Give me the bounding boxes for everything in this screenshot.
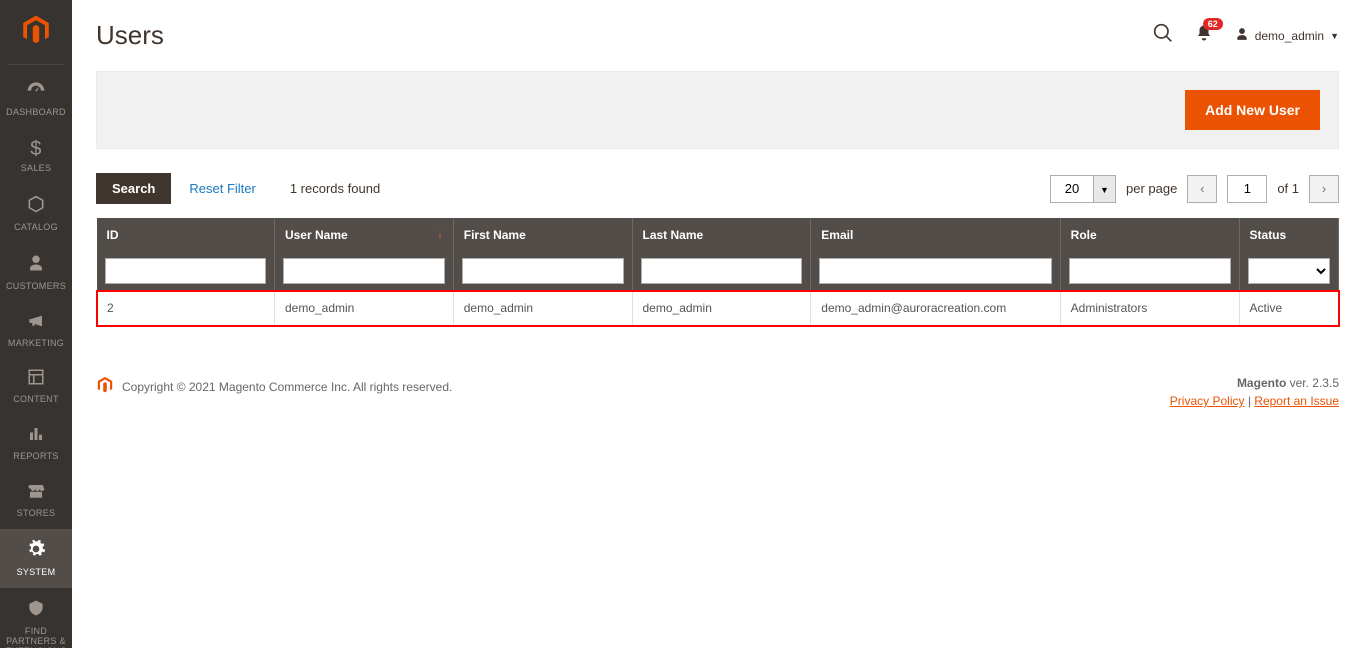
sidebar-item-content[interactable]: CONTENT [0, 358, 72, 415]
search-icon[interactable] [1153, 23, 1173, 49]
cell-id: 2 [97, 291, 275, 326]
bar-chart-icon [27, 425, 45, 448]
chevron-down-icon: ▼ [1330, 31, 1339, 41]
cell-lastname: demo_admin [632, 291, 811, 326]
search-button[interactable]: Search [96, 173, 171, 204]
chevron-down-icon: ▼ [1100, 185, 1109, 195]
column-header-id[interactable]: ID [97, 218, 275, 252]
filter-username-input[interactable] [283, 258, 445, 284]
chevron-right-icon: › [1322, 181, 1326, 196]
pager-prev-button[interactable]: ‹ [1187, 175, 1217, 203]
privacy-link[interactable]: Privacy Policy [1170, 394, 1245, 408]
avatar-icon [1235, 27, 1249, 44]
version-label: ver. 2.3.5 [1290, 376, 1339, 390]
page-title: Users [96, 20, 164, 51]
sidebar-label: CATALOG [14, 223, 58, 233]
sidebar-label: SYSTEM [17, 568, 56, 578]
table-row[interactable]: 2 demo_admin demo_admin demo_admin demo_… [97, 291, 1339, 326]
pager-next-button[interactable]: › [1309, 175, 1339, 203]
layout-icon [27, 368, 45, 391]
column-header-last-name[interactable]: Last Name [632, 218, 811, 252]
copyright-text: Copyright © 2021 Magento Commerce Inc. A… [122, 380, 452, 394]
sort-down-icon: ↓ [437, 228, 443, 240]
cell-firstname: demo_admin [453, 291, 632, 326]
sidebar-label: DASHBOARD [6, 108, 66, 118]
logo[interactable] [0, 0, 72, 60]
sidebar-item-stores[interactable]: STORES [0, 472, 72, 529]
add-new-user-button[interactable]: Add New User [1185, 90, 1320, 130]
reset-filter-link[interactable]: Reset Filter [189, 181, 255, 196]
filter-lastname-input[interactable] [641, 258, 803, 284]
sidebar-item-sales[interactable]: $ SALES [0, 128, 72, 184]
partners-icon [26, 598, 46, 623]
sidebar-label: REPORTS [13, 452, 58, 462]
column-header-role[interactable]: Role [1060, 218, 1239, 252]
column-header-first-name[interactable]: First Name [453, 218, 632, 252]
grid-controls: Search Reset Filter 1 records found ▼ pe… [96, 173, 1339, 204]
chevron-left-icon: ‹ [1200, 181, 1204, 196]
page-header: Users 62 demo_admin ▼ [96, 20, 1339, 51]
magento-logo-icon [20, 14, 52, 46]
gauge-icon [26, 79, 46, 104]
per-page-input[interactable] [1050, 175, 1094, 203]
per-page-label: per page [1126, 181, 1177, 196]
column-header-user-name[interactable]: User Name↓ [274, 218, 453, 252]
magento-logo-icon [96, 376, 114, 397]
table-filter-row [97, 252, 1339, 291]
product-name: Magento [1237, 376, 1286, 390]
sidebar-item-system[interactable]: SYSTEM [0, 529, 72, 588]
sidebar: DASHBOARD $ SALES CATALOG CUSTOMERS MARK… [0, 0, 72, 648]
sidebar-item-reports[interactable]: REPORTS [0, 415, 72, 472]
sidebar-label: FIND PARTNERS & EXTENSIONS [2, 627, 70, 648]
main-content: Users 62 demo_admin ▼ Add New User [72, 0, 1363, 448]
gear-icon [26, 539, 46, 564]
sidebar-item-catalog[interactable]: CATALOG [0, 184, 72, 243]
sidebar-label: STORES [17, 509, 56, 519]
report-issue-link[interactable]: Report an Issue [1254, 394, 1339, 408]
cell-username: demo_admin [274, 291, 453, 326]
column-header-status[interactable]: Status [1239, 218, 1338, 252]
header-actions: 62 demo_admin ▼ [1153, 23, 1339, 49]
sidebar-label: CUSTOMERS [6, 282, 66, 292]
store-icon [26, 482, 46, 505]
sidebar-label: SALES [21, 164, 52, 174]
dollar-icon: $ [30, 138, 41, 160]
sidebar-label: MARKETING [8, 339, 64, 349]
filter-firstname-input[interactable] [462, 258, 624, 284]
footer: Copyright © 2021 Magento Commerce Inc. A… [96, 376, 1339, 408]
pager-page-input[interactable] [1227, 175, 1267, 203]
notifications-badge: 62 [1203, 18, 1223, 30]
cell-role: Administrators [1060, 291, 1239, 326]
megaphone-icon [26, 312, 46, 335]
footer-right: Magento ver. 2.3.5 Privacy Policy | Repo… [1170, 376, 1339, 408]
notifications-button[interactable]: 62 [1195, 24, 1213, 47]
sidebar-item-marketing[interactable]: MARKETING [0, 302, 72, 359]
footer-left: Copyright © 2021 Magento Commerce Inc. A… [96, 376, 452, 397]
box-icon [26, 194, 46, 219]
sidebar-item-customers[interactable]: CUSTOMERS [0, 243, 72, 302]
sidebar-item-partners[interactable]: FIND PARTNERS & EXTENSIONS [0, 588, 72, 648]
filter-id-input[interactable] [105, 258, 266, 284]
records-found: 1 records found [290, 181, 380, 196]
separator: | [1244, 394, 1254, 408]
users-table: ID User Name↓ First Name Last Name Email… [96, 218, 1339, 326]
grid-controls-left: Search Reset Filter 1 records found [96, 173, 380, 204]
cell-email: demo_admin@auroracreation.com [811, 291, 1060, 326]
pager-of-label: of 1 [1277, 181, 1299, 196]
user-menu[interactable]: demo_admin ▼ [1235, 27, 1339, 44]
grid-controls-right: ▼ per page ‹ of 1 › [1050, 175, 1339, 203]
cell-status: Active [1239, 291, 1338, 326]
action-bar: Add New User [96, 71, 1339, 149]
sidebar-item-dashboard[interactable]: DASHBOARD [0, 69, 72, 128]
sidebar-label: CONTENT [13, 395, 59, 405]
table-header-row: ID User Name↓ First Name Last Name Email… [97, 218, 1339, 252]
filter-email-input[interactable] [819, 258, 1051, 284]
filter-role-input[interactable] [1069, 258, 1231, 284]
divider [8, 64, 64, 65]
per-page-dropdown-button[interactable]: ▼ [1094, 175, 1116, 203]
person-icon [27, 253, 45, 278]
filter-status-select[interactable] [1248, 258, 1330, 284]
column-header-email[interactable]: Email [811, 218, 1060, 252]
user-name: demo_admin [1255, 29, 1324, 43]
